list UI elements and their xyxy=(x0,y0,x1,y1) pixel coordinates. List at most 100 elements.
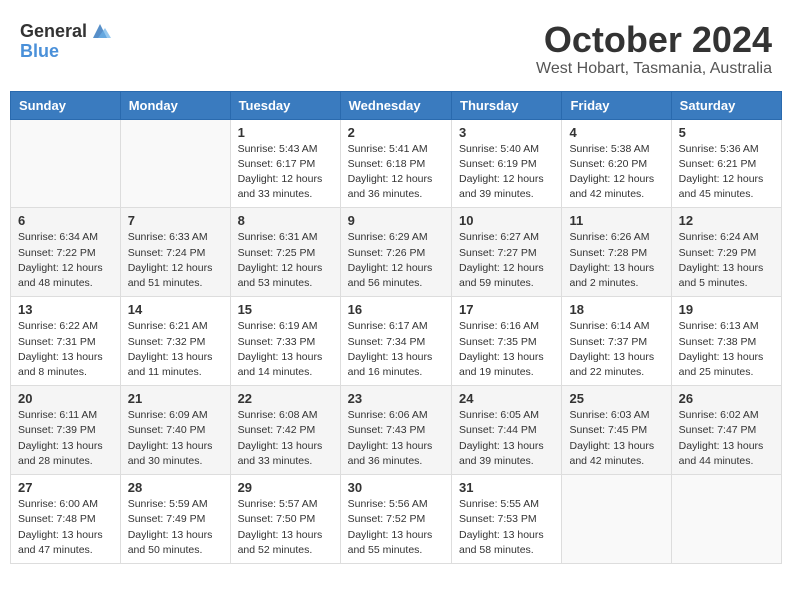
logo-general-text: General xyxy=(20,22,87,40)
day-number: 19 xyxy=(679,302,774,317)
day-number: 25 xyxy=(569,391,663,406)
day-number: 13 xyxy=(18,302,113,317)
calendar-cell: 8 Sunrise: 6:31 AM Sunset: 7:25 PM Daylig… xyxy=(230,208,340,297)
day-info: Sunrise: 6:33 AM Sunset: 7:24 PM Dayligh… xyxy=(128,230,223,291)
page-header: General Blue October 2024 West Hobart, T… xyxy=(10,10,782,83)
calendar-cell: 5Sunrise: 5:36 AM Sunset: 6:21 PM Daylig… xyxy=(671,119,781,208)
calendar-day-header: Sunday xyxy=(11,91,121,119)
calendar-day-header: Monday xyxy=(120,91,230,119)
day-number: 15 xyxy=(238,302,333,317)
calendar-cell: 7Sunrise: 6:33 AM Sunset: 7:24 PM Daylig… xyxy=(120,208,230,297)
day-info: Sunrise: 6:00 AM Sunset: 7:48 PM Dayligh… xyxy=(18,497,113,558)
calendar-cell: 30 Sunrise: 5:56 AM Sunset: 7:52 PM Dayli… xyxy=(340,475,451,564)
calendar-cell: 15 Sunrise: 6:19 AM Sunset: 7:33 PM Dayli… xyxy=(230,297,340,386)
day-number: 21 xyxy=(128,391,223,406)
calendar-day-header: Friday xyxy=(562,91,671,119)
month-title: October 2024 xyxy=(536,20,772,60)
day-number: 23 xyxy=(348,391,444,406)
calendar-cell: 2Sunrise: 5:41 AM Sunset: 6:18 PM Daylig… xyxy=(340,119,451,208)
day-info: Sunrise: 6:29 AM Sunset: 7:26 PM Dayligh… xyxy=(348,230,444,291)
calendar-cell: 13 Sunrise: 6:22 AM Sunset: 7:31 PM Dayli… xyxy=(11,297,121,386)
day-number: 8 xyxy=(238,213,333,228)
calendar-cell: 9 Sunrise: 6:29 AM Sunset: 7:26 PM Daylig… xyxy=(340,208,451,297)
day-info: Sunrise: 5:43 AM Sunset: 6:17 PM Dayligh… xyxy=(238,142,333,203)
calendar-day-header: Wednesday xyxy=(340,91,451,119)
day-info: Sunrise: 6:02 AM Sunset: 7:47 PM Dayligh… xyxy=(679,408,774,469)
calendar-cell: 4 Sunrise: 5:38 AM Sunset: 6:20 PM Daylig… xyxy=(562,119,671,208)
day-info: Sunrise: 6:03 AM Sunset: 7:45 PM Dayligh… xyxy=(569,408,663,469)
day-number: 14 xyxy=(128,302,223,317)
day-number: 30 xyxy=(348,480,444,495)
day-info: Sunrise: 6:17 AM Sunset: 7:34 PM Dayligh… xyxy=(348,319,444,380)
calendar-week-row: 27 Sunrise: 6:00 AM Sunset: 7:48 PM Dayli… xyxy=(11,475,782,564)
logo-icon xyxy=(89,20,111,42)
day-number: 3 xyxy=(459,125,554,140)
day-info: Sunrise: 6:16 AM Sunset: 7:35 PM Dayligh… xyxy=(459,319,554,380)
logo: General Blue xyxy=(20,20,111,62)
day-info: Sunrise: 5:38 AM Sunset: 6:20 PM Dayligh… xyxy=(569,142,663,203)
day-number: 10 xyxy=(459,213,554,228)
day-info: Sunrise: 5:55 AM Sunset: 7:53 PM Dayligh… xyxy=(459,497,554,558)
calendar-week-row: 20Sunrise: 6:11 AM Sunset: 7:39 PM Dayli… xyxy=(11,386,782,475)
day-number: 28 xyxy=(128,480,223,495)
calendar-cell: 18Sunrise: 6:14 AM Sunset: 7:37 PM Dayli… xyxy=(562,297,671,386)
calendar-cell xyxy=(120,119,230,208)
day-info: Sunrise: 6:31 AM Sunset: 7:25 PM Dayligh… xyxy=(238,230,333,291)
calendar-cell: 17 Sunrise: 6:16 AM Sunset: 7:35 PM Dayli… xyxy=(452,297,562,386)
day-number: 11 xyxy=(569,213,663,228)
day-number: 24 xyxy=(459,391,554,406)
calendar-day-header: Tuesday xyxy=(230,91,340,119)
calendar-cell: 22 Sunrise: 6:08 AM Sunset: 7:42 PM Dayli… xyxy=(230,386,340,475)
day-info: Sunrise: 5:40 AM Sunset: 6:19 PM Dayligh… xyxy=(459,142,554,203)
calendar-cell: 10 Sunrise: 6:27 AM Sunset: 7:27 PM Dayli… xyxy=(452,208,562,297)
calendar-cell: 3 Sunrise: 5:40 AM Sunset: 6:19 PM Daylig… xyxy=(452,119,562,208)
calendar-cell: 21 Sunrise: 6:09 AM Sunset: 7:40 PM Dayli… xyxy=(120,386,230,475)
day-number: 4 xyxy=(569,125,663,140)
calendar-week-row: 6 Sunrise: 6:34 AM Sunset: 7:22 PM Daylig… xyxy=(11,208,782,297)
day-info: Sunrise: 6:19 AM Sunset: 7:33 PM Dayligh… xyxy=(238,319,333,380)
calendar-cell xyxy=(11,119,121,208)
day-number: 27 xyxy=(18,480,113,495)
day-info: Sunrise: 6:06 AM Sunset: 7:43 PM Dayligh… xyxy=(348,408,444,469)
calendar-cell: 28 Sunrise: 5:59 AM Sunset: 7:49 PM Dayli… xyxy=(120,475,230,564)
calendar-day-header: Thursday xyxy=(452,91,562,119)
day-info: Sunrise: 6:22 AM Sunset: 7:31 PM Dayligh… xyxy=(18,319,113,380)
day-info: Sunrise: 6:08 AM Sunset: 7:42 PM Dayligh… xyxy=(238,408,333,469)
day-info: Sunrise: 5:57 AM Sunset: 7:50 PM Dayligh… xyxy=(238,497,333,558)
calendar-cell: 20Sunrise: 6:11 AM Sunset: 7:39 PM Dayli… xyxy=(11,386,121,475)
day-info: Sunrise: 6:13 AM Sunset: 7:38 PM Dayligh… xyxy=(679,319,774,380)
day-number: 26 xyxy=(679,391,774,406)
day-info: Sunrise: 5:41 AM Sunset: 6:18 PM Dayligh… xyxy=(348,142,444,203)
calendar-cell xyxy=(562,475,671,564)
day-info: Sunrise: 6:34 AM Sunset: 7:22 PM Dayligh… xyxy=(18,230,113,291)
day-number: 22 xyxy=(238,391,333,406)
day-info: Sunrise: 6:09 AM Sunset: 7:40 PM Dayligh… xyxy=(128,408,223,469)
calendar-cell: 24 Sunrise: 6:05 AM Sunset: 7:44 PM Dayli… xyxy=(452,386,562,475)
calendar-cell: 29 Sunrise: 5:57 AM Sunset: 7:50 PM Dayli… xyxy=(230,475,340,564)
calendar-cell: 23 Sunrise: 6:06 AM Sunset: 7:43 PM Dayli… xyxy=(340,386,451,475)
logo-blue-text: Blue xyxy=(20,41,59,61)
day-number: 6 xyxy=(18,213,113,228)
calendar-cell: 1 Sunrise: 5:43 AM Sunset: 6:17 PM Daylig… xyxy=(230,119,340,208)
day-info: Sunrise: 5:59 AM Sunset: 7:49 PM Dayligh… xyxy=(128,497,223,558)
day-info: Sunrise: 6:05 AM Sunset: 7:44 PM Dayligh… xyxy=(459,408,554,469)
day-number: 9 xyxy=(348,213,444,228)
calendar-cell: 31 Sunrise: 5:55 AM Sunset: 7:53 PM Dayli… xyxy=(452,475,562,564)
calendar-header-row: SundayMondayTuesdayWednesdayThursdayFrid… xyxy=(11,91,782,119)
day-info: Sunrise: 6:27 AM Sunset: 7:27 PM Dayligh… xyxy=(459,230,554,291)
day-info: Sunrise: 6:21 AM Sunset: 7:32 PM Dayligh… xyxy=(128,319,223,380)
calendar-cell: 11Sunrise: 6:26 AM Sunset: 7:28 PM Dayli… xyxy=(562,208,671,297)
day-number: 1 xyxy=(238,125,333,140)
calendar-week-row: 13 Sunrise: 6:22 AM Sunset: 7:31 PM Dayli… xyxy=(11,297,782,386)
day-number: 16 xyxy=(348,302,444,317)
calendar-cell: 25 Sunrise: 6:03 AM Sunset: 7:45 PM Dayli… xyxy=(562,386,671,475)
day-number: 29 xyxy=(238,480,333,495)
calendar-cell xyxy=(671,475,781,564)
day-number: 17 xyxy=(459,302,554,317)
calendar-week-row: 1 Sunrise: 5:43 AM Sunset: 6:17 PM Daylig… xyxy=(11,119,782,208)
day-number: 31 xyxy=(459,480,554,495)
calendar-cell: 26 Sunrise: 6:02 AM Sunset: 7:47 PM Dayli… xyxy=(671,386,781,475)
day-info: Sunrise: 5:56 AM Sunset: 7:52 PM Dayligh… xyxy=(348,497,444,558)
calendar-cell: 19 Sunrise: 6:13 AM Sunset: 7:38 PM Dayli… xyxy=(671,297,781,386)
calendar-cell: 14 Sunrise: 6:21 AM Sunset: 7:32 PM Dayli… xyxy=(120,297,230,386)
